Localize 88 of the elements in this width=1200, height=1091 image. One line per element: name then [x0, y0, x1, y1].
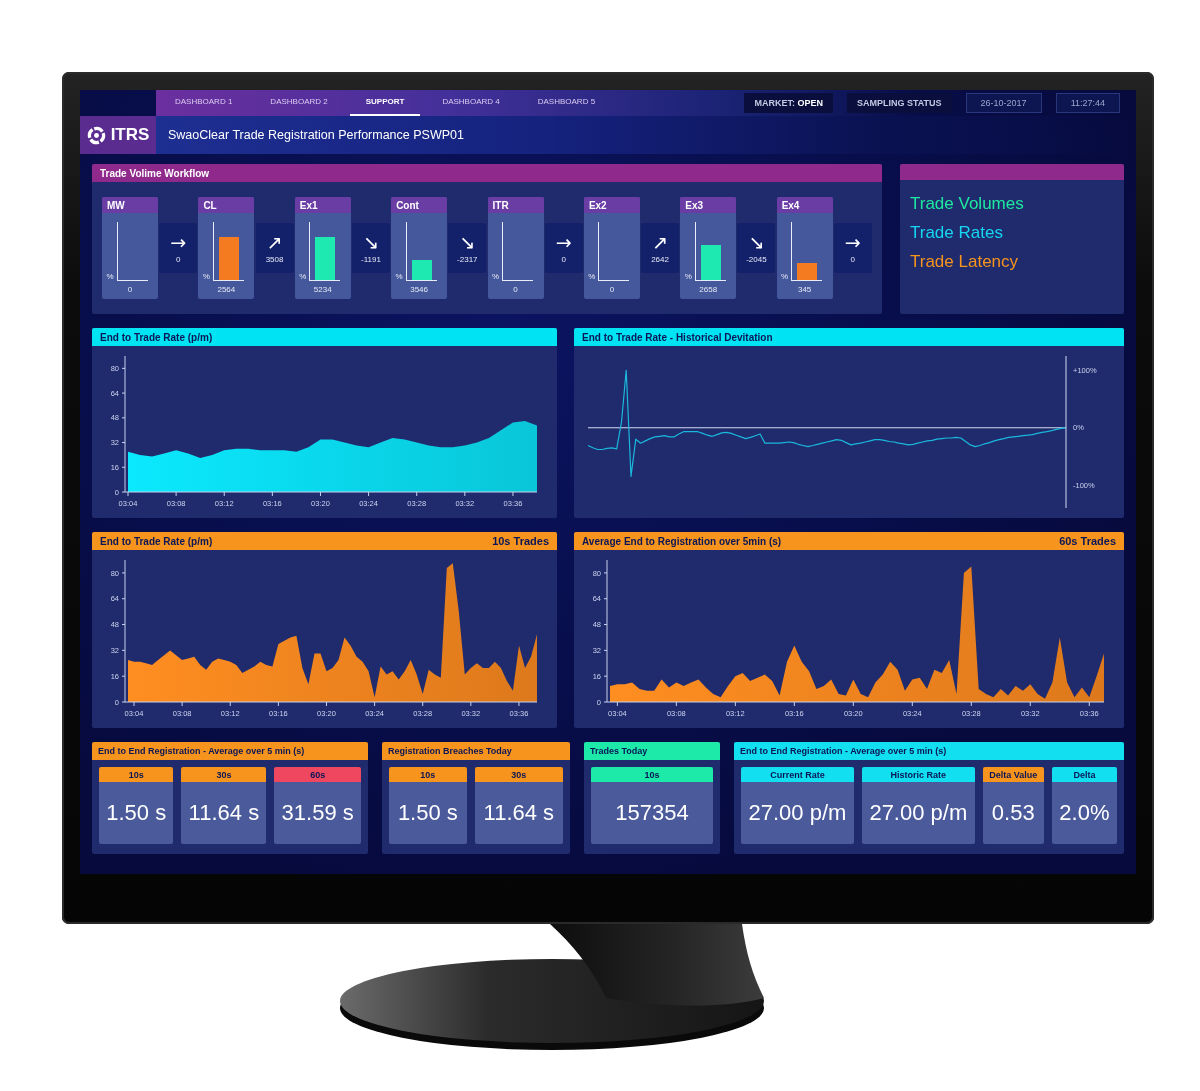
stage-name: Ex1 [294, 197, 351, 213]
mini-chart-axes [598, 222, 630, 281]
panel-subtitle: 10s Trades [492, 535, 549, 547]
readout-field: 11:27:44 [1055, 93, 1120, 113]
tile-label: Delta Value [982, 767, 1044, 782]
arrow-symbol: ↘ [459, 232, 476, 252]
flow-value: -2317 [457, 255, 478, 264]
stage-value: 0 [609, 285, 615, 294]
metric-value: 2.0% [1051, 782, 1117, 844]
stage-name: Ex3 [680, 197, 737, 213]
arrow-symbol: → [555, 232, 572, 252]
arrow-symbol: ↗ [652, 232, 668, 252]
stage-name: ITR [487, 197, 544, 213]
stage-name: Cont [391, 197, 448, 213]
panel-title: End to Trade Rate (p/m) [100, 535, 213, 547]
flow-value: -2045 [746, 255, 767, 264]
axis-unit-label: % [588, 273, 596, 281]
arrow-symbol: ↘ [748, 232, 765, 252]
metric-value: 1.50 s [99, 782, 174, 844]
stage-name: CL [198, 197, 255, 213]
axis-unit-label: % [395, 273, 403, 281]
panel-title: End to End Registration - Average over 5 min (s) [734, 742, 1124, 760]
tile-label: 10s [389, 767, 467, 782]
stage-value: 345 [797, 285, 812, 294]
tile-label: 10s [591, 767, 713, 782]
flow-value: 2642 [651, 255, 669, 264]
tab[interactable]: DASHBOARD 2 [254, 94, 344, 116]
panel-title: Trades Today [584, 742, 720, 760]
tile-label: Delta [1051, 767, 1117, 782]
legend-link[interactable]: Trade Rates [910, 223, 1003, 243]
axis-unit-label: % [684, 273, 692, 281]
metric-value: 1.50 s [389, 782, 467, 844]
mini-chart-axes [502, 222, 534, 281]
stage-value: 5234 [313, 285, 332, 294]
axis-unit-label: % [299, 273, 307, 281]
flow-value: 3508 [265, 255, 284, 264]
dashboard-title: SwaoClear Trade Registration Performance PSWP01 [168, 128, 464, 142]
panel-title: End to Trade Rate (p/m) [100, 331, 213, 343]
metric-value: 11.64 s [474, 782, 563, 844]
tile-label: 30s [181, 767, 267, 782]
mini-chart-axes [116, 222, 148, 281]
arrow-symbol: → [844, 232, 861, 252]
readout-field: 26-10-2017 [965, 93, 1042, 113]
tile-label: 30s [474, 767, 563, 782]
panel-title: Registration Breaches Today [382, 742, 570, 760]
panel-subtitle: 60s Trades [1059, 535, 1116, 547]
legend-link[interactable]: Trade Latency [910, 252, 1019, 272]
ring-icon [86, 125, 106, 145]
stage-value: 2658 [699, 285, 718, 294]
metric-value: 27.00 p/m [741, 782, 854, 844]
stage-value: 2564 [217, 285, 236, 294]
tile-label: Historic Rate [861, 767, 975, 782]
metric-value: 11.64 s [181, 782, 267, 844]
metric-value: 27.00 p/m [861, 782, 975, 844]
status-label: SAMPLING STATUS [846, 93, 952, 113]
status-label: MARKET: OPEN [744, 93, 833, 113]
stage-value: 3546 [410, 285, 428, 294]
flow-value: 0 [850, 255, 856, 264]
stage-value: 0 [513, 285, 518, 294]
axis-unit-label: % [491, 273, 500, 281]
tab[interactable]: DASHBOARD 5 [521, 94, 612, 116]
arrow-symbol: ↘ [362, 232, 379, 252]
tile-label: 10s [99, 767, 174, 782]
flow-value: 0 [561, 255, 566, 264]
stage-value: 0 [127, 285, 133, 294]
tab[interactable]: DASHBOARD 1 [159, 94, 249, 116]
axis-unit-label: % [202, 273, 210, 281]
panel-title: End to End Registration - Average over 5 min (s) [92, 742, 368, 760]
arrow-symbol: → [170, 232, 187, 252]
axis-unit-label: % [106, 273, 114, 281]
panel-title: Average End to Registration over 5min (s) [582, 535, 782, 547]
flow-value: 0 [175, 255, 181, 264]
panel-title: Trade Volime Workflow [92, 164, 882, 182]
flow-value: -1191 [361, 255, 381, 264]
logo-text: ITRS [110, 125, 150, 145]
stage-name: MW [102, 197, 158, 213]
stage-name: Ex4 [776, 197, 833, 213]
tab[interactable]: DASHBOARD 4 [426, 94, 516, 116]
tile-label: 60s [274, 767, 361, 782]
panel-title: End to Trade Rate - Historical Devitation [582, 331, 773, 343]
metric-value: 0.53 [982, 782, 1044, 844]
tile-label: Current Rate [741, 767, 854, 782]
metric-value: 157354 [591, 782, 713, 844]
axis-unit-label: % [781, 273, 789, 281]
legend-link[interactable]: Trade Volumes [910, 194, 1024, 214]
stage-name: Ex2 [583, 197, 640, 213]
arrow-symbol: ↗ [266, 232, 283, 252]
metric-value: 31.59 s [274, 782, 361, 844]
